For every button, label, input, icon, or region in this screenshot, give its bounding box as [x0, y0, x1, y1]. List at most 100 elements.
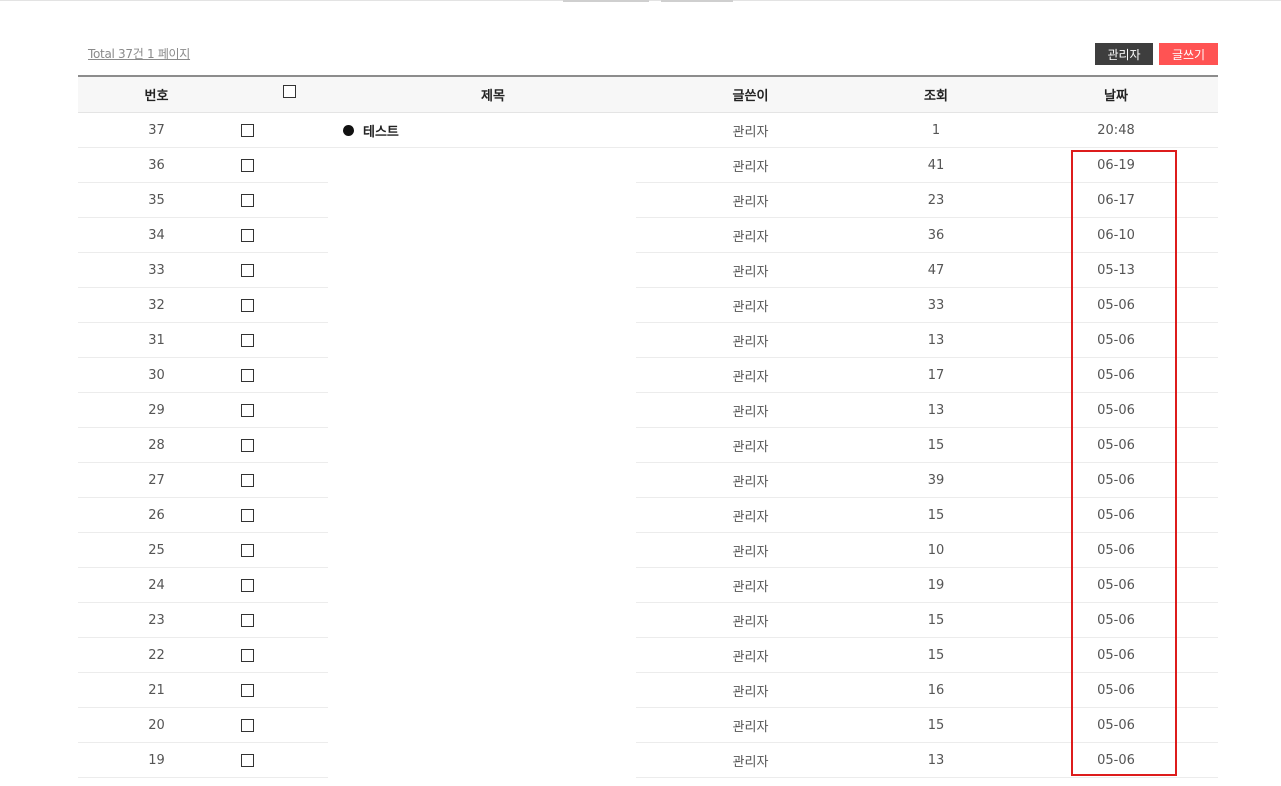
- post-date: 05-06: [1097, 368, 1135, 383]
- post-number: 23: [148, 613, 165, 628]
- table-row: 26 관리자 15 05-06: [78, 498, 1218, 533]
- post-views: 19: [927, 578, 945, 593]
- post-number: 29: [148, 403, 165, 418]
- row-checkbox[interactable]: [241, 334, 254, 347]
- post-number: 33: [148, 263, 165, 278]
- row-checkbox[interactable]: [241, 544, 254, 557]
- post-views: 16: [927, 683, 945, 698]
- table-row: 21 관리자 16 05-06: [78, 673, 1218, 708]
- table-row: 23 관리자 15 05-06: [78, 603, 1218, 638]
- post-views: 13: [927, 753, 945, 768]
- select-all-checkbox[interactable]: [283, 85, 296, 98]
- top-tab-underline: [563, 0, 649, 2]
- total-count-link[interactable]: Total 37건 1 페이지: [88, 45, 190, 62]
- row-checkbox[interactable]: [241, 439, 254, 452]
- admin-button[interactable]: 관리자: [1095, 43, 1153, 65]
- post-author: 관리자: [732, 755, 769, 770]
- post-date: 06-19: [1097, 158, 1135, 173]
- post-title-link[interactable]: 테스트: [343, 113, 399, 148]
- table-row: 29 관리자 13 05-06: [78, 393, 1218, 428]
- post-author: 관리자: [732, 650, 769, 665]
- post-views: 23: [927, 193, 945, 208]
- header-date: 날짜: [1104, 89, 1128, 104]
- header-number: 번호: [144, 89, 169, 104]
- post-date: 05-06: [1097, 718, 1135, 733]
- post-author: 관리자: [732, 440, 769, 455]
- post-author: 관리자: [732, 475, 769, 490]
- table-row: 34 관리자 36 06-10: [78, 218, 1218, 253]
- row-checkbox[interactable]: [241, 509, 254, 522]
- post-author: 관리자: [732, 615, 769, 630]
- top-tab-underline: [661, 0, 733, 2]
- post-views: 36: [927, 228, 945, 243]
- post-views: 47: [927, 263, 945, 278]
- post-author: 관리자: [732, 230, 769, 245]
- post-views: 33: [927, 298, 945, 313]
- row-checkbox[interactable]: [241, 474, 254, 487]
- row-checkbox[interactable]: [241, 299, 254, 312]
- post-views: 39: [927, 473, 945, 488]
- table-row: 32 관리자 33 05-06: [78, 288, 1218, 323]
- row-checkbox[interactable]: [241, 124, 254, 137]
- row-checkbox[interactable]: [241, 754, 254, 767]
- post-author: 관리자: [732, 370, 769, 385]
- table-row: 31 관리자 13 05-06: [78, 323, 1218, 358]
- post-number: 21: [148, 683, 165, 698]
- post-author: 관리자: [732, 125, 769, 140]
- post-views: 15: [927, 613, 945, 628]
- post-number: 28: [148, 438, 165, 453]
- post-author: 관리자: [732, 195, 769, 210]
- row-checkbox[interactable]: [241, 404, 254, 417]
- row-checkbox[interactable]: [241, 684, 254, 697]
- table-row: 22 관리자 15 05-06: [78, 638, 1218, 673]
- post-views: 15: [927, 718, 945, 733]
- post-number: 22: [148, 648, 165, 663]
- post-date: 05-06: [1097, 648, 1135, 663]
- row-checkbox[interactable]: [241, 159, 254, 172]
- table-row: 36 관리자 41 06-19: [78, 148, 1218, 183]
- post-views: 15: [927, 438, 945, 453]
- post-date: 05-06: [1097, 403, 1135, 418]
- post-date: 06-17: [1097, 193, 1135, 208]
- row-checkbox[interactable]: [241, 579, 254, 592]
- post-author: 관리자: [732, 510, 769, 525]
- post-number: 20: [148, 718, 165, 733]
- post-number: 27: [148, 473, 165, 488]
- table-row: 27 관리자 39 05-06: [78, 463, 1218, 498]
- post-date: 05-06: [1097, 613, 1135, 628]
- write-button[interactable]: 글쓰기: [1159, 43, 1218, 65]
- post-date: 05-06: [1097, 333, 1135, 348]
- post-date: 05-06: [1097, 578, 1135, 593]
- row-checkbox[interactable]: [241, 229, 254, 242]
- post-author: 관리자: [732, 720, 769, 735]
- post-date: 05-06: [1097, 753, 1135, 768]
- post-views: 15: [927, 508, 945, 523]
- post-author: 관리자: [732, 265, 769, 280]
- post-views: 13: [927, 403, 945, 418]
- row-checkbox[interactable]: [241, 194, 254, 207]
- post-date: 05-06: [1097, 473, 1135, 488]
- post-title[interactable]: 테스트: [363, 121, 399, 140]
- post-views: 41: [927, 158, 945, 173]
- post-author: 관리자: [732, 545, 769, 560]
- post-number: 37: [148, 123, 165, 138]
- row-checkbox[interactable]: [241, 264, 254, 277]
- post-date: 20:48: [1097, 123, 1135, 138]
- post-date: 05-06: [1097, 298, 1135, 313]
- table-row: 28 관리자 15 05-06: [78, 428, 1218, 463]
- row-checkbox[interactable]: [241, 369, 254, 382]
- row-checkbox[interactable]: [241, 649, 254, 662]
- post-number: 25: [148, 543, 165, 558]
- post-date: 05-06: [1097, 508, 1135, 523]
- post-author: 관리자: [732, 160, 769, 175]
- row-divider: [78, 777, 328, 778]
- post-date: 05-06: [1097, 683, 1135, 698]
- post-views: 15: [927, 648, 945, 663]
- row-checkbox[interactable]: [241, 719, 254, 732]
- header-views: 조회: [924, 89, 948, 104]
- row-checkbox[interactable]: [241, 614, 254, 627]
- table-row: 35 관리자 23 06-17: [78, 183, 1218, 218]
- post-views: 10: [927, 543, 945, 558]
- header-author: 글쓴이: [732, 89, 769, 104]
- post-views: 1: [931, 123, 941, 138]
